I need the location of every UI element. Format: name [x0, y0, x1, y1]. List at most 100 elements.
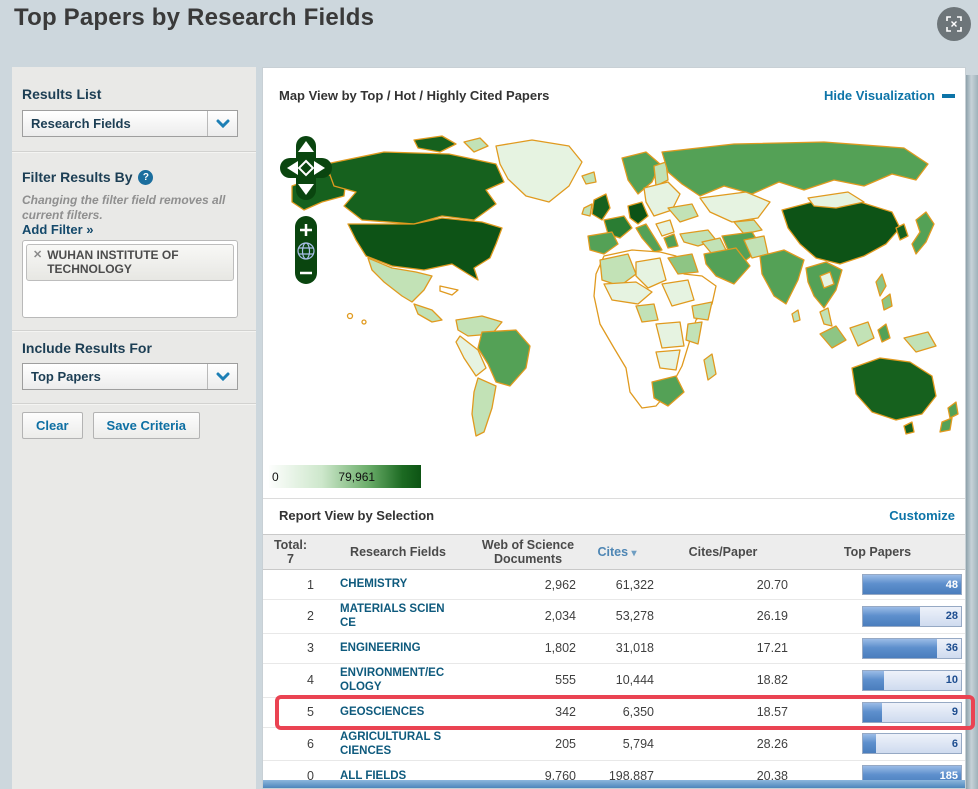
- cites-cell: 61,322: [615, 577, 654, 592]
- world-map-svg: [291, 135, 959, 437]
- expand-button[interactable]: [937, 7, 971, 41]
- column-header-documents[interactable]: Web of Science Documents: [478, 538, 578, 567]
- filter-box: ✕ WUHAN INSTITUTE OF TECHNOLOGY: [22, 240, 238, 318]
- column-header-cites-per-paper[interactable]: Cites/Paper: [656, 545, 790, 559]
- rank-cell: 3: [307, 641, 314, 656]
- sidebar-divider: [12, 151, 256, 153]
- table-row: 4 ENVIRONMENT/ECOLOGY 555 10,444 18.82 1…: [263, 664, 965, 698]
- map-japan: [911, 211, 935, 255]
- column-header-total: Total: 7: [263, 538, 318, 567]
- field-cell: CHEMISTRY: [318, 577, 478, 591]
- cites-per-paper-cell: 28.26: [756, 736, 788, 751]
- page: Top Papers by Research Fields Results Li…: [0, 0, 978, 789]
- total-value: 7: [287, 552, 294, 566]
- map-russia: [661, 141, 929, 197]
- documents-cell: 342: [555, 705, 576, 719]
- top-papers-cell: 28: [790, 605, 965, 627]
- field-cell: ENVIRONMENT/ECOLOGY: [318, 666, 478, 695]
- help-icon[interactable]: ?: [138, 169, 154, 185]
- bottom-bar-peek: [263, 780, 965, 788]
- top-papers-bar: 28: [862, 605, 962, 627]
- cites-per-paper-cell: 17.21: [756, 641, 788, 656]
- add-filter-link[interactable]: Add Filter »: [22, 222, 94, 237]
- close-icon[interactable]: ✕: [33, 249, 42, 262]
- results-list-dropdown[interactable]: Research Fields: [22, 110, 238, 137]
- top-papers-bar-value: 48: [945, 578, 958, 591]
- include-results-label-text: Include Results For: [22, 340, 152, 356]
- field-link[interactable]: MATERIALS SCIENCE: [340, 602, 446, 631]
- cites-per-paper-cell: 20.70: [756, 577, 788, 592]
- pan-control: [280, 136, 332, 200]
- map-legend: 0 79,961: [269, 465, 421, 488]
- cites-per-paper-cell: 18.82: [756, 673, 788, 688]
- cites-cell: 5,794: [622, 736, 654, 751]
- documents-cell: 205: [555, 736, 576, 751]
- field-link[interactable]: CHEMISTRY: [340, 577, 446, 591]
- map-brazil: [477, 329, 531, 387]
- results-list-label: Results List: [22, 86, 101, 102]
- filter-chip: ✕ WUHAN INSTITUTE OF TECHNOLOGY: [26, 244, 234, 281]
- rank-cell: 4: [307, 673, 314, 688]
- sidebar-buttons: Clear Save Criteria: [22, 412, 201, 439]
- map-china: [781, 199, 901, 265]
- cites-cell: 10,444: [615, 673, 654, 688]
- include-results-dropdown[interactable]: Top Papers: [22, 363, 238, 390]
- documents-cell: 1,802: [544, 641, 576, 656]
- top-papers-cell: 48: [790, 574, 965, 595]
- world-map[interactable]: [264, 124, 964, 458]
- include-results-value: Top Papers: [31, 369, 101, 384]
- map-india: [759, 249, 805, 305]
- documents-cell: 2,034: [544, 609, 576, 624]
- table-row: 2 MATERIALS SCIENCE 2,034 53,278 26.19 2…: [263, 600, 965, 634]
- top-papers-bar-value: 28: [945, 610, 958, 623]
- top-papers-bar-value: 36: [945, 642, 958, 655]
- scrollbar[interactable]: [966, 75, 978, 789]
- top-papers-cell: 6: [790, 733, 965, 755]
- cites-cell: 6,350: [622, 705, 654, 719]
- page-title: Top Papers by Research Fields: [14, 4, 375, 31]
- field-link[interactable]: ENGINEERING: [340, 641, 446, 655]
- field-link[interactable]: GEOSCIENCES: [340, 705, 446, 719]
- column-header-cites[interactable]: Cites ▾: [578, 545, 656, 560]
- legend-max: 79,961: [338, 469, 376, 484]
- top-papers-bar-value: 9: [951, 706, 958, 718]
- top-papers-bar-fill: [863, 702, 882, 722]
- cites-cell: 31,018: [615, 641, 654, 656]
- report-view-title: Report View by Selection: [279, 508, 435, 523]
- field-cell: MATERIALS SCIENCE: [318, 602, 478, 631]
- sidebar: Results List Research Fields Filter Resu…: [12, 67, 256, 789]
- map-controls[interactable]: [276, 132, 340, 292]
- clear-button[interactable]: Clear: [22, 412, 83, 439]
- column-header-research-fields[interactable]: Research Fields: [318, 545, 478, 559]
- filter-results-heading-text: Filter Results By: [22, 169, 133, 185]
- results-list-label-text: Results List: [22, 86, 102, 102]
- rank-cell: 1: [307, 577, 314, 592]
- table-row: 3 ENGINEERING 1,802 31,018 17.21 36: [263, 634, 965, 664]
- field-link[interactable]: ENVIRONMENT/ECOLOGY: [340, 666, 446, 695]
- field-link[interactable]: AGRICULTURAL SCIENCES: [340, 730, 446, 759]
- map-greenland: [495, 139, 583, 203]
- total-label: Total:: [273, 537, 308, 552]
- expand-icon: [946, 16, 962, 32]
- field-cell: GEOSCIENCES: [318, 705, 478, 719]
- column-header-top-papers[interactable]: Top Papers: [790, 545, 965, 559]
- sort-desc-icon: ▾: [631, 547, 637, 559]
- field-cell: AGRICULTURAL SCIENCES: [318, 730, 478, 759]
- save-criteria-button[interactable]: Save Criteria: [92, 412, 201, 439]
- legend-min: 0: [272, 469, 279, 484]
- top-papers-bar: 36: [862, 637, 962, 659]
- cites-per-paper-cell: 18.57: [756, 705, 788, 719]
- field-cell: ENGINEERING: [318, 641, 478, 655]
- cites-per-paper-cell: 26.19: [756, 609, 788, 624]
- top-papers-bar: 6: [862, 733, 962, 755]
- include-results-label: Include Results For: [22, 340, 152, 356]
- rank-cell: 5: [307, 705, 314, 719]
- map-view-title: Map View by Top / Hot / Highly Cited Pap…: [279, 88, 550, 103]
- chevron-down-icon: [207, 111, 237, 136]
- rank-cell: 2: [307, 609, 314, 624]
- customize-link[interactable]: Customize: [889, 508, 955, 523]
- hide-visualization-link[interactable]: Hide Visualization: [824, 88, 955, 103]
- sidebar-divider: [12, 330, 256, 332]
- top-papers-bar-fill: [863, 638, 937, 658]
- divider: [263, 498, 965, 499]
